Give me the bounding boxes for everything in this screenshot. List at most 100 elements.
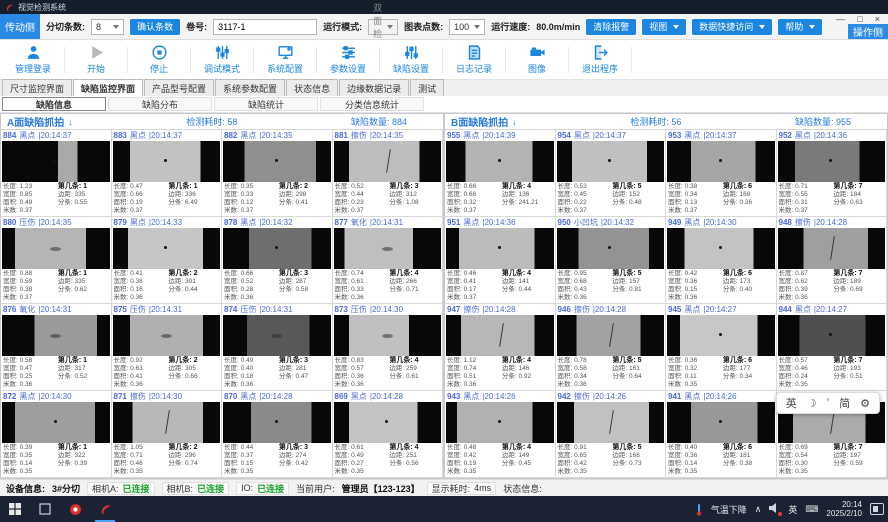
defect-image[interactable] <box>223 315 331 356</box>
volume-icon[interactable] <box>769 503 780 515</box>
defect-image[interactable] <box>778 141 886 182</box>
defect-cell[interactable]: 875 压伤 |20:14:31 长度: 0.92 宽度: 0.63 面积: 0… <box>112 304 223 391</box>
defect-image[interactable] <box>667 228 775 269</box>
defect-image[interactable] <box>2 315 110 356</box>
defect-cell[interactable]: 944 黑点 |20:14:27 长度: 0.57 宽度: 0.46 面积: 0… <box>777 304 888 391</box>
gear-icon[interactable]: ⚙ <box>860 397 870 410</box>
defect-cell[interactable]: 884 黑点 |20:14:37 长度: 1.23 宽度: 0.85 面积: 0… <box>1 130 112 217</box>
operate-side-button[interactable]: 操作侧 <box>848 24 888 39</box>
sort-arrow-icon[interactable]: ↓ <box>512 117 517 127</box>
slit-count-select[interactable]: 8 <box>91 19 124 35</box>
defect-cell[interactable]: 872 黑点 |20:14:30 长度: 0.39 宽度: 0.35 面积: 0… <box>1 391 112 478</box>
defect-cell[interactable]: 952 黑点 |20:14:36 长度: 0.71 宽度: 0.55 面积: 0… <box>777 130 888 217</box>
defect-cell[interactable]: 955 黑点 |20:14:39 长度: 0.66 宽度: 0.66 面积: 0… <box>445 130 556 217</box>
defect-image[interactable] <box>223 402 331 443</box>
notification-center-icon[interactable] <box>870 503 884 515</box>
exit-program-button[interactable]: 退出程序 <box>569 44 631 75</box>
defect-cell[interactable]: 881 擦伤 |20:14:35 长度: 0.52 宽度: 0.44 面积: 0… <box>333 130 444 217</box>
defect-cell[interactable]: 942 擦伤 |20:14:26 长度: 0.91 宽度: 0.65 面积: 0… <box>556 391 667 478</box>
defect-image[interactable] <box>446 141 554 182</box>
tab-status-info[interactable]: 状态信息 <box>286 79 338 96</box>
chart-points-select[interactable]: 100 <box>449 19 485 35</box>
tray-language[interactable]: 英 <box>788 503 797 516</box>
tab-size-monitor[interactable]: 尺寸监控界面 <box>2 79 72 96</box>
defect-image[interactable] <box>334 402 442 443</box>
defect-cell[interactable]: 870 黑点 |20:14:28 长度: 0.44 宽度: 0.37 面积: 0… <box>222 391 333 478</box>
tab-test[interactable]: 测试 <box>410 79 444 96</box>
ime-simplified[interactable]: 简 <box>839 395 850 411</box>
defect-cell[interactable]: 941 黑点 |20:14:26 长度: 0.40 宽度: 0.36 面积: 0… <box>666 391 777 478</box>
weather-text[interactable]: 气温下降 <box>711 503 747 516</box>
sort-arrow-icon[interactable]: ↓ <box>68 117 73 127</box>
defect-image[interactable] <box>667 315 775 356</box>
defect-image[interactable] <box>778 315 886 356</box>
defect-image[interactable] <box>113 141 221 182</box>
debug-mode-button[interactable]: 调试模式 <box>191 44 253 75</box>
tab-edge-data-record[interactable]: 边缘数据记录 <box>339 79 409 96</box>
taskbar-app-inspection[interactable] <box>90 496 120 522</box>
roll-number-input[interactable] <box>213 19 317 35</box>
admin-login-button[interactable]: 管理登录 <box>2 44 64 75</box>
defect-cell[interactable]: 878 黑点 |20:14:32 长度: 0.66 宽度: 0.52 面积: 0… <box>222 217 333 304</box>
defect-image[interactable] <box>113 315 221 356</box>
defect-image[interactable] <box>223 228 331 269</box>
defect-cell[interactable]: 943 黑点 |20:14:26 长度: 0.48 宽度: 0.42 面积: 0… <box>445 391 556 478</box>
defect-image[interactable] <box>667 402 775 443</box>
minimize-button[interactable]: — <box>836 14 845 24</box>
tab-system-param-config[interactable]: 系统参数配置 <box>215 79 285 96</box>
defect-cell[interactable]: 880 压伤 |20:14:35 长度: 0.88 宽度: 0.59 面积: 0… <box>1 217 112 304</box>
defect-cell[interactable]: 945 黑点 |20:14:27 长度: 0.36 宽度: 0.32 面积: 0… <box>666 304 777 391</box>
defect-cell[interactable]: 879 黑点 |20:14:33 长度: 0.41 宽度: 0.38 面积: 0… <box>112 217 223 304</box>
drive-side-button[interactable]: 传动侧 <box>0 14 40 39</box>
defect-image[interactable] <box>2 228 110 269</box>
defect-image[interactable] <box>223 141 331 182</box>
close-button[interactable]: × <box>875 14 880 24</box>
defect-cell[interactable]: 873 压伤 |20:14:30 长度: 0.83 宽度: 0.57 面积: 0… <box>333 304 444 391</box>
param-settings-button[interactable]: 参数设置 <box>317 44 379 75</box>
task-view-button[interactable] <box>30 496 60 522</box>
ime-language-bar[interactable]: 英 ☽ ’ 简 ⚙ <box>776 392 880 414</box>
defect-cell[interactable]: 953 黑点 |20:14:37 长度: 0.38 宽度: 0.34 面积: 0… <box>666 130 777 217</box>
tab-product-model-config[interactable]: 产品型号配置 <box>144 79 214 96</box>
defect-cell[interactable]: 947 擦伤 |20:14:28 长度: 1.12 宽度: 0.74 面积: 0… <box>445 304 556 391</box>
defect-image[interactable] <box>557 315 665 356</box>
defect-image[interactable] <box>778 228 886 269</box>
defect-cell[interactable]: 874 压伤 |20:14:31 长度: 0.49 宽度: 0.40 面积: 0… <box>222 304 333 391</box>
subtab-class-info-statistics[interactable]: 分类信息统计 <box>320 97 424 111</box>
subtab-defect-info[interactable]: 缺陷信息 <box>2 97 106 111</box>
tray-expand-arrow[interactable]: ∧ <box>755 504 762 515</box>
defect-cell[interactable]: 869 黑点 |20:14:28 长度: 0.61 宽度: 0.49 面积: 0… <box>333 391 444 478</box>
start-button[interactable] <box>0 496 30 522</box>
defect-image[interactable] <box>334 141 442 182</box>
defect-image[interactable] <box>557 228 665 269</box>
taskbar-clock[interactable]: 20:14 2025/2/10 <box>826 500 862 518</box>
defect-cell[interactable]: 949 黑点 |20:14:30 长度: 0.42 宽度: 0.36 面积: 0… <box>666 217 777 304</box>
defect-cell[interactable]: 883 黑点 |20:14:37 长度: 0.47 宽度: 0.66 面积: 0… <box>112 130 223 217</box>
taskbar-app-browser[interactable] <box>60 496 90 522</box>
punctuation-icon[interactable]: ’ <box>827 397 829 409</box>
clear-alarm-button[interactable]: 清除报警 <box>586 19 636 35</box>
ime-keyboard-icon[interactable]: ⌨ <box>805 504 818 515</box>
defect-cell[interactable]: 946 擦伤 |20:14:28 长度: 0.78 宽度: 0.58 面积: 0… <box>556 304 667 391</box>
defect-image[interactable] <box>113 228 221 269</box>
defect-image[interactable] <box>667 141 775 182</box>
run-mode-select[interactable]: 双面检测 <box>368 19 398 35</box>
defect-cell[interactable]: 871 擦伤 |20:14:30 长度: 1.05 宽度: 0.71 面积: 0… <box>112 391 223 478</box>
defect-image[interactable] <box>2 141 110 182</box>
defect-image[interactable] <box>334 228 442 269</box>
defect-cell[interactable]: 948 擦伤 |20:14:28 长度: 0.87 宽度: 0.62 面积: 0… <box>777 217 888 304</box>
tab-defect-monitor[interactable]: 缺陷监控界面 <box>73 79 143 96</box>
defect-image[interactable] <box>2 402 110 443</box>
log-record-button[interactable]: 日志记录 <box>443 44 505 75</box>
subtab-defect-statistics[interactable]: 缺陷统计 <box>214 97 318 111</box>
defect-image[interactable] <box>557 141 665 182</box>
defect-cell[interactable]: 951 黑点 |20:14:36 长度: 0.46 宽度: 0.41 面积: 0… <box>445 217 556 304</box>
defect-cell[interactable]: 882 黑点 |20:14:35 长度: 0.35 宽度: 0.33 面积: 0… <box>222 130 333 217</box>
defect-image[interactable] <box>113 402 221 443</box>
image-button[interactable]: 图像 <box>506 44 568 75</box>
ime-lang-en[interactable]: 英 <box>786 395 797 411</box>
maximize-button[interactable]: □ <box>857 14 862 24</box>
subtab-defect-distribution[interactable]: 缺陷分布 <box>108 97 212 111</box>
defect-image[interactable] <box>446 315 554 356</box>
defect-image[interactable] <box>334 315 442 356</box>
